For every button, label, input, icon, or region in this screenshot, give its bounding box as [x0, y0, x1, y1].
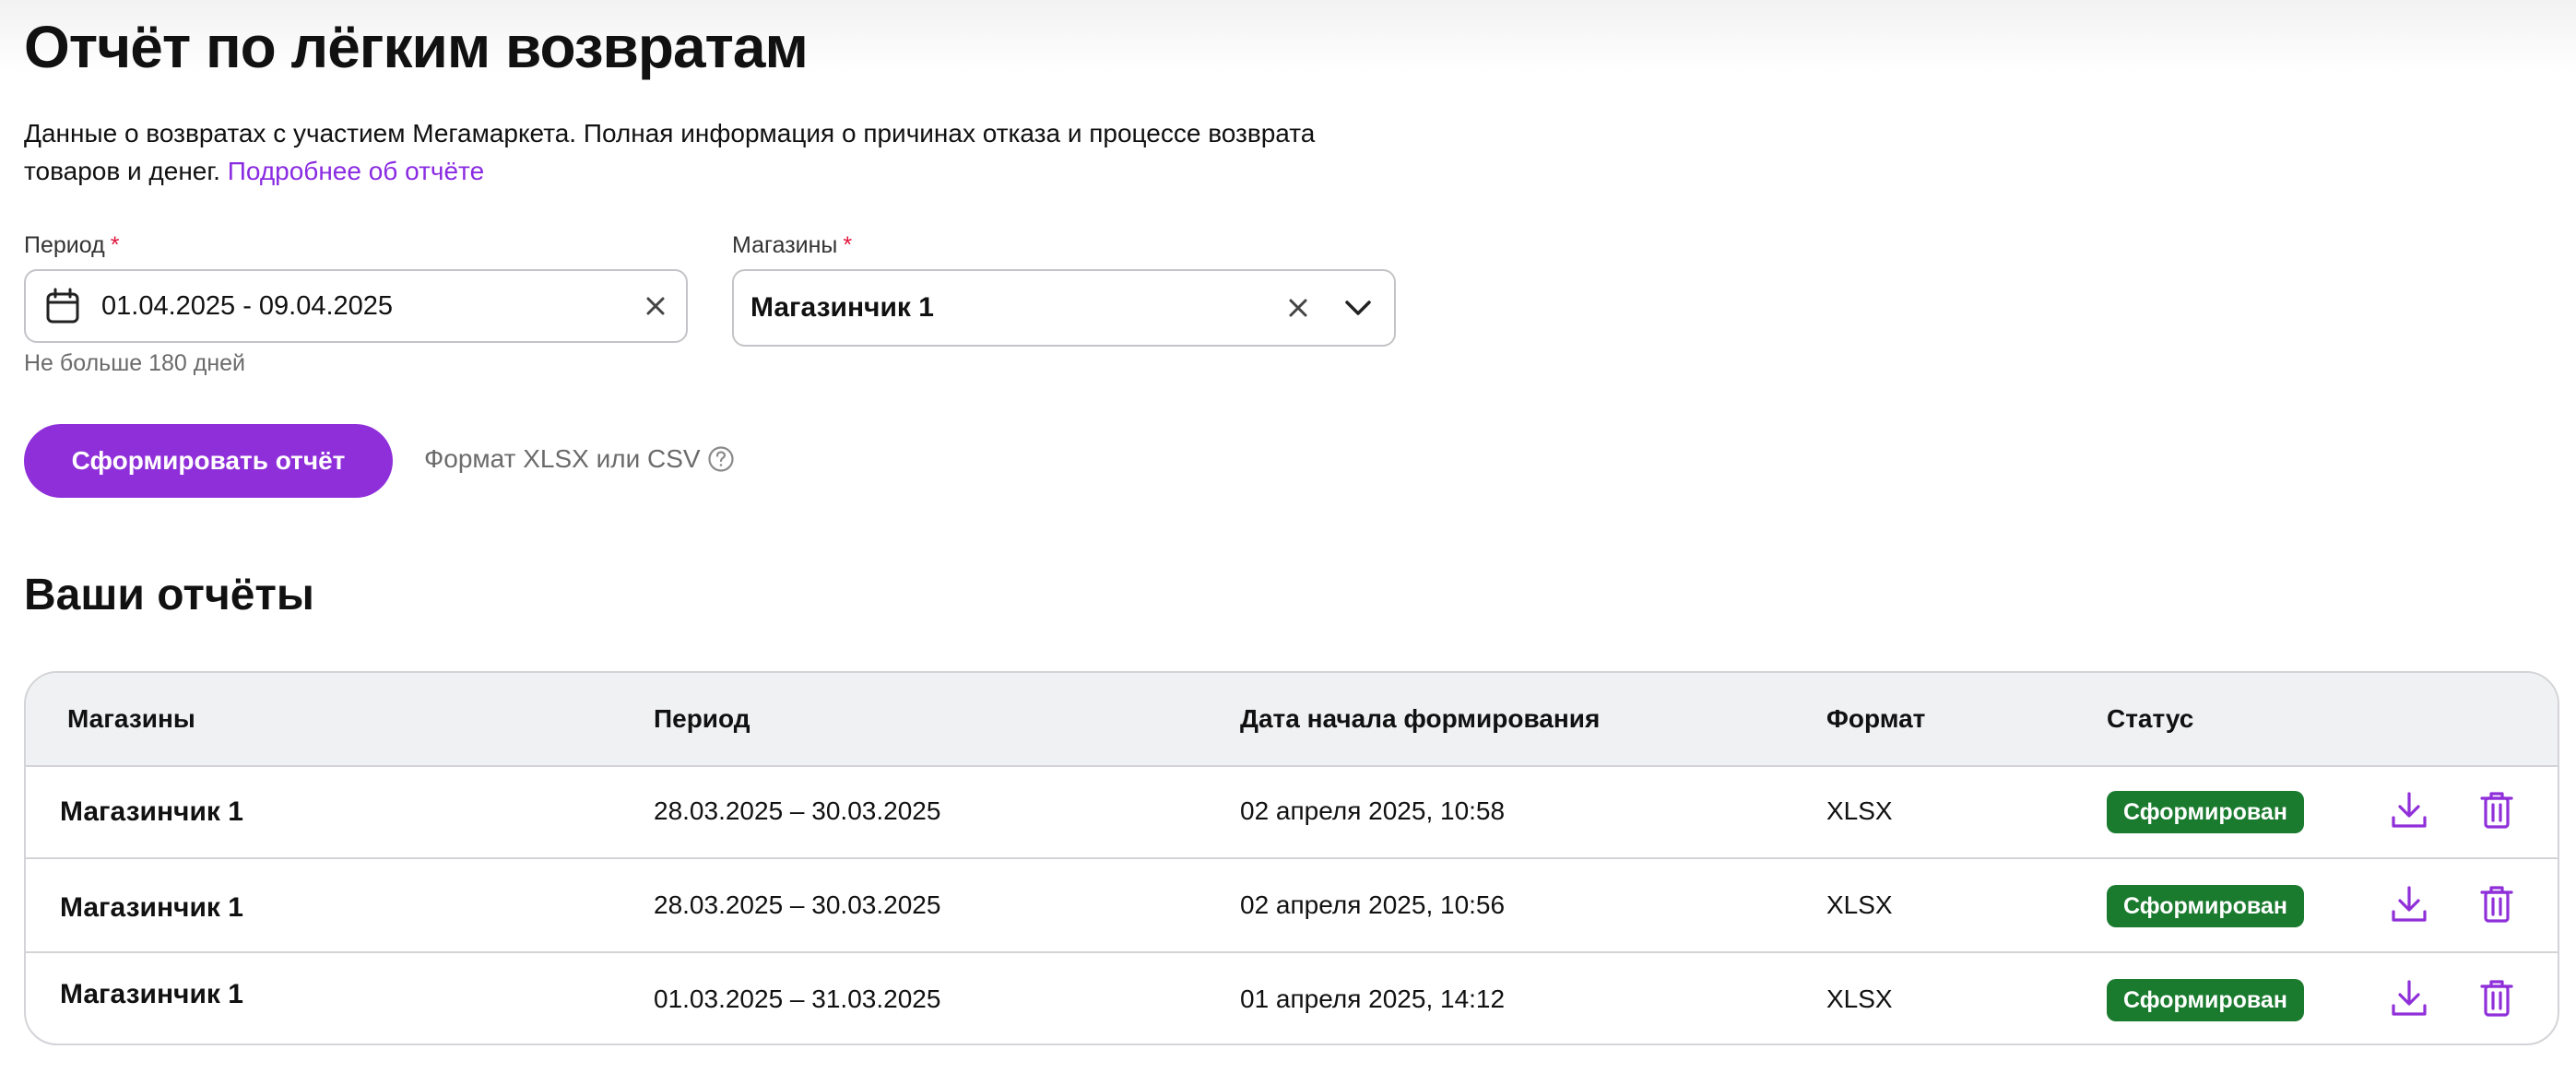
reports-table: Магазины Период Дата начала формирования… [24, 671, 2559, 1045]
row-format: XLSX [1826, 985, 1893, 1013]
table-row: Магазинчик 1 28.03.2025 – 30.03.2025 02 … [26, 861, 2558, 953]
shops-label: Магазины * [732, 232, 852, 259]
column-status: Статус [2107, 704, 2194, 733]
trash-icon[interactable] [2476, 977, 2518, 1020]
column-format: Формат [1826, 704, 1926, 733]
table-header: Магазины Период Дата начала формирования… [26, 673, 2558, 767]
row-started: 01 апреля 2025, 14:12 [1240, 985, 1506, 1013]
row-format: XLSX [1826, 796, 1893, 825]
format-note-text: Формат XLSX или CSV [424, 444, 701, 473]
page-description: Данные о возвратах с участием Мегамаркет… [24, 114, 1352, 190]
table-row: Магазинчик 1 28.03.2025 – 30.03.2025 02 … [26, 767, 2558, 859]
row-period: 28.03.2025 – 30.03.2025 [654, 890, 941, 919]
table-row: Магазинчик 1 01.03.2025 – 31.03.2025 01 … [26, 955, 2558, 1044]
shops-clear-icon[interactable] [1286, 296, 1310, 320]
row-format: XLSX [1826, 890, 1893, 919]
column-period: Период [654, 704, 750, 733]
trash-icon[interactable] [2476, 883, 2518, 926]
calendar-icon[interactable] [44, 287, 81, 325]
shops-value: Магазинчик 1 [750, 292, 934, 323]
description-text: Данные о возвратах с участием Мегамаркет… [24, 119, 1316, 185]
row-shop: Магазинчик 1 [60, 796, 243, 827]
trash-icon[interactable] [2476, 789, 2518, 831]
download-icon[interactable] [2388, 883, 2430, 926]
period-label: Период * [24, 232, 119, 259]
generate-report-button[interactable]: Сформировать отчёт [24, 424, 393, 498]
required-mark: * [843, 232, 853, 258]
shops-select[interactable]: Магазинчик 1 [732, 269, 1396, 347]
status-badge: Сформирован [2107, 791, 2304, 833]
column-started: Дата начала формирования [1240, 704, 1601, 733]
row-period: 01.03.2025 – 31.03.2025 [654, 985, 941, 1013]
question-circle-icon[interactable] [706, 444, 736, 474]
status-badge: Сформирован [2107, 885, 2304, 927]
period-clear-icon[interactable] [644, 294, 668, 318]
chevron-down-icon[interactable] [1342, 292, 1374, 324]
format-note: Формат XLSX или CSV [424, 444, 736, 474]
required-mark: * [110, 232, 120, 258]
row-started: 02 апреля 2025, 10:56 [1240, 890, 1506, 919]
row-shop: Магазинчик 1 [60, 979, 243, 1009]
report-info-link[interactable]: Подробнее об отчёте [228, 157, 484, 185]
reports-title: Ваши отчёты [24, 571, 314, 619]
period-field[interactable]: 01.04.2025 - 09.04.2025 [24, 269, 688, 343]
period-value: 01.04.2025 - 09.04.2025 [101, 290, 394, 321]
period-hint: Не больше 180 дней [24, 350, 246, 376]
shops-label-text: Магазины [732, 232, 838, 258]
row-period: 28.03.2025 – 30.03.2025 [654, 796, 941, 825]
download-icon[interactable] [2388, 789, 2430, 831]
period-label-text: Период [24, 232, 105, 258]
page-title: Отчёт по лёгким возвратам [24, 14, 809, 80]
status-badge: Сформирован [2107, 979, 2304, 1021]
row-started: 02 апреля 2025, 10:58 [1240, 796, 1506, 825]
download-icon[interactable] [2388, 977, 2430, 1020]
column-shops: Магазины [67, 704, 195, 733]
row-shop: Магазинчик 1 [60, 892, 243, 923]
